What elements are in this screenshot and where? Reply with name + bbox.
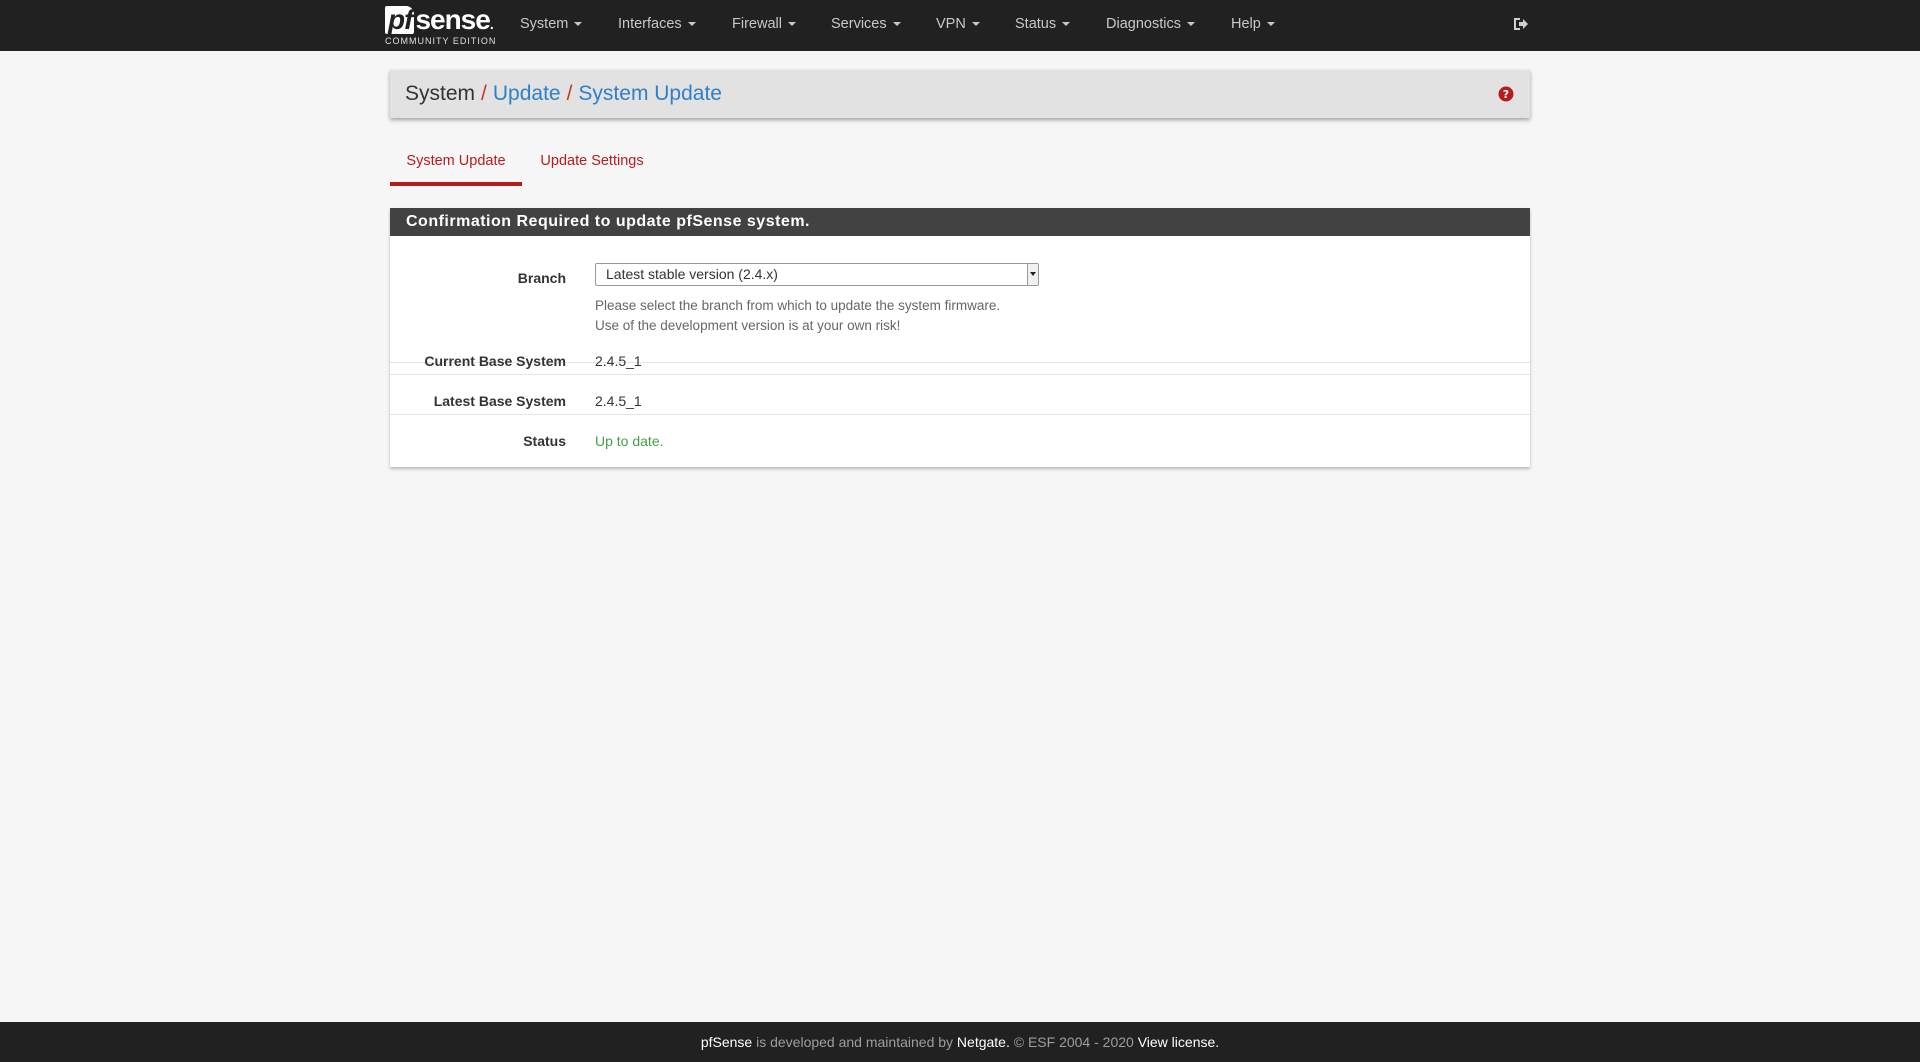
pfsense-logo: pf sense. xyxy=(385,6,494,34)
branch-help-text-1: Please select the branch from which to u… xyxy=(595,298,1001,313)
form-row-status: Status Up to date. xyxy=(390,415,1530,467)
nav-menu-services[interactable]: Services xyxy=(831,0,901,51)
caret-down-icon xyxy=(1186,22,1195,27)
page-title: System / Update / System Update xyxy=(405,70,722,118)
branch-select[interactable]: Latest stable version (2.4.x) xyxy=(595,263,1039,286)
breadcrumb-separator: / xyxy=(566,82,573,105)
sign-out-icon[interactable] xyxy=(1512,15,1530,33)
breadcrumb-separator: / xyxy=(481,82,487,105)
tab-system-update[interactable]: System Update xyxy=(390,140,522,186)
nav-menu-vpn[interactable]: VPN xyxy=(936,0,980,51)
question-circle-icon[interactable]: ? xyxy=(1498,86,1514,102)
nav-menu-firewall[interactable]: Firewall xyxy=(732,0,796,51)
footer-link-netgate[interactable]: Netgate. xyxy=(957,1034,1010,1050)
status-label: Status xyxy=(523,433,566,449)
tab-update-settings[interactable]: Update Settings xyxy=(532,140,652,186)
footer-link-view-license[interactable]: View license. xyxy=(1138,1034,1219,1050)
nav-menu-diagnostics[interactable]: Diagnostics xyxy=(1106,0,1195,51)
brand-logo[interactable]: pf sense. COMMUNITY EDITION xyxy=(385,6,497,48)
footer-product: pfSense xyxy=(700,1034,753,1050)
top-navbar: pf sense. COMMUNITY EDITION System Interf… xyxy=(0,0,1920,51)
caret-down-icon xyxy=(1266,22,1275,27)
nav-menu-help[interactable]: Help xyxy=(1231,0,1275,51)
brand-subtitle: COMMUNITY EDITION xyxy=(385,36,497,46)
branch-help-text-2: Use of the development version is at you… xyxy=(595,318,901,333)
current-base-system-label: Current Base System xyxy=(424,353,566,369)
caret-down-icon xyxy=(574,22,583,27)
nav-menu-status[interactable]: Status xyxy=(1015,0,1071,51)
form-row-latest-base-system: Latest Base System 2.4.5_1 xyxy=(390,375,1530,415)
latest-base-system-value: 2.4.5_1 xyxy=(595,393,642,409)
caret-down-icon xyxy=(1062,22,1071,27)
breadcrumb-link-update[interactable]: Update xyxy=(493,82,561,105)
breadcrumb: System / Update / System Update ? xyxy=(390,70,1530,118)
panel-heading: Confirmation Required to update pfSense … xyxy=(390,208,1530,236)
breadcrumb-link-system-update[interactable]: System Update xyxy=(578,82,722,105)
caret-down-icon xyxy=(892,22,901,27)
branch-label: Branch xyxy=(517,270,566,286)
update-confirmation-panel: Confirmation Required to update pfSense … xyxy=(390,208,1530,467)
svg-text:?: ? xyxy=(1503,88,1509,101)
current-base-system-value: 2.4.5_1 xyxy=(595,353,642,369)
branch-select-value: Latest stable version (2.4.x) xyxy=(606,266,778,282)
page-footer: pfSense is developed and maintained by N… xyxy=(0,1022,1920,1062)
nav-menu-system[interactable]: System xyxy=(520,0,583,51)
caret-down-icon xyxy=(687,22,696,27)
breadcrumb-root: System xyxy=(405,82,476,105)
nav-menu-interfaces[interactable]: Interfaces xyxy=(618,0,696,51)
latest-base-system-label: Latest Base System xyxy=(433,393,566,409)
chevron-down-icon xyxy=(1027,264,1038,285)
form-row-current-base-system: Current Base System 2.4.5_1 xyxy=(390,335,1530,375)
footer-text-developed: is developed and maintained by xyxy=(752,1034,957,1050)
footer-copyright: © ESF 2004 - 2020 xyxy=(1009,1034,1138,1050)
caret-down-icon xyxy=(971,22,980,27)
caret-down-icon xyxy=(787,22,796,27)
status-badge: Up to date. xyxy=(595,433,664,449)
